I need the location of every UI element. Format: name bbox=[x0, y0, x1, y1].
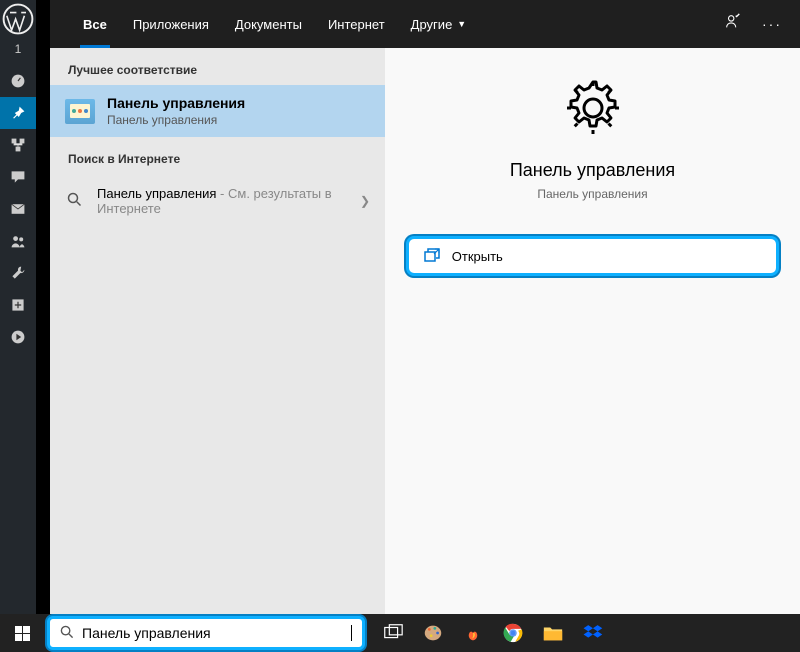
tab-apps[interactable]: Приложения bbox=[120, 0, 222, 48]
text-caret bbox=[351, 625, 352, 641]
search-input[interactable] bbox=[82, 625, 351, 641]
best-match-header: Лучшее соответствие bbox=[50, 48, 385, 85]
play-icon[interactable] bbox=[0, 321, 36, 353]
best-match-result[interactable]: Панель управления Панель управления bbox=[50, 85, 385, 137]
chrome-app-icon[interactable] bbox=[493, 614, 533, 652]
wp-num-icon: 1 bbox=[0, 33, 36, 65]
web-search-result[interactable]: Панель управления - См. результаты в Инт… bbox=[50, 174, 385, 228]
mail-icon[interactable] bbox=[0, 193, 36, 225]
detail-subtitle: Панель управления bbox=[537, 187, 647, 201]
wordpress-logo-icon[interactable] bbox=[2, 5, 34, 33]
chevron-right-icon: ❯ bbox=[360, 194, 370, 208]
windows-search-panel: Все Приложения Документы Интернет Другие… bbox=[50, 0, 800, 614]
results-list: Лучшее соответствие Панель управления Па… bbox=[50, 48, 385, 614]
open-label: Открыть bbox=[452, 249, 503, 264]
paint-app-icon[interactable] bbox=[413, 614, 453, 652]
wp-admin-sidebar: 1 bbox=[0, 0, 36, 614]
detail-title: Панель управления bbox=[510, 160, 675, 181]
best-match-title: Панель управления bbox=[107, 95, 245, 111]
tab-more[interactable]: Другие▼ bbox=[398, 0, 480, 48]
feedback-icon[interactable] bbox=[724, 13, 742, 36]
comment-icon[interactable] bbox=[0, 161, 36, 193]
control-panel-icon bbox=[65, 99, 95, 124]
best-match-subtitle: Панель управления bbox=[107, 113, 245, 127]
file-explorer-icon[interactable] bbox=[533, 614, 573, 652]
gear-icon bbox=[563, 78, 623, 138]
tab-documents[interactable]: Документы bbox=[222, 0, 315, 48]
flame-app-icon[interactable] bbox=[453, 614, 493, 652]
open-button[interactable]: Открыть bbox=[406, 236, 780, 276]
search-icon bbox=[65, 192, 83, 211]
org-icon[interactable] bbox=[0, 129, 36, 161]
web-result-title: Панель управления bbox=[97, 186, 216, 201]
web-search-header: Поиск в Интернете bbox=[50, 137, 385, 174]
chevron-down-icon: ▼ bbox=[457, 19, 466, 29]
dashboard-icon[interactable] bbox=[0, 65, 36, 97]
taskbar-pinned-apps bbox=[373, 614, 613, 652]
task-view-icon[interactable] bbox=[373, 614, 413, 652]
search-icon bbox=[60, 625, 74, 642]
taskbar-search[interactable] bbox=[47, 616, 365, 650]
tab-internet[interactable]: Интернет bbox=[315, 0, 398, 48]
more-options-icon[interactable]: ··· bbox=[762, 16, 782, 32]
pin-icon[interactable] bbox=[0, 97, 36, 129]
start-button[interactable] bbox=[0, 614, 44, 652]
windows-taskbar bbox=[0, 614, 800, 652]
open-icon bbox=[424, 248, 440, 265]
wrench-icon[interactable] bbox=[0, 257, 36, 289]
windows-logo-icon bbox=[15, 626, 30, 641]
page-add-icon[interactable] bbox=[0, 289, 36, 321]
search-tabs: Все Приложения Документы Интернет Другие… bbox=[50, 0, 800, 48]
detail-panel: Панель управления Панель управления Откр… bbox=[385, 48, 800, 614]
users-icon[interactable] bbox=[0, 225, 36, 257]
dropbox-app-icon[interactable] bbox=[573, 614, 613, 652]
tab-all[interactable]: Все bbox=[70, 0, 120, 48]
